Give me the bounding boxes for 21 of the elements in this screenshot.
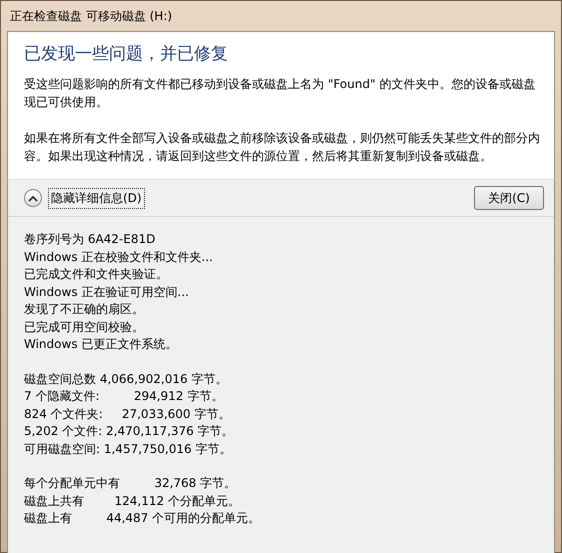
log-line: 已完成文件和文件夹验证。 — [24, 266, 169, 283]
window-title: 正在检查磁盘 可移动磁盘 (H:) — [9, 8, 174, 25]
message-text: 如果在将所有文件全部写入设备或磁盘之前移除该设备或磁盘，则仍然可能丢失某些文件的部分内容。如果出现这种情况，请返回到这些文件的源位置，然后将其重新复制到设备或磁盘。 — [24, 130, 540, 165]
log-line: 已完成可用空间校验。 — [24, 318, 145, 336]
heading: 已发现一些问题，并已修复 — [24, 43, 229, 65]
log-line: 5,202 个文件: 2,470,117,376 字节。 — [24, 423, 235, 440]
log-line: 发现了不正确的扇区。 — [24, 301, 145, 318]
log-line: 每个分配单元中有 32,768 字节。 — [24, 475, 238, 492]
close-button[interactable]: 关闭(C) — [474, 186, 544, 210]
collapse-icon — [24, 189, 42, 207]
log-line: 磁盘上共有 124,112 个分配单元。 — [24, 492, 241, 510]
log-line: 磁盘空间总数 4,066,902,016 字节。 — [24, 370, 228, 388]
log-line: 可用磁盘空间: 1,457,750,016 字节。 — [24, 440, 232, 458]
log-line: 824 个文件夹: 27,033,600 字节。 — [24, 406, 232, 422]
message-text: 受这些问题影响的所有文件都已移动到设备或磁盘上名为 "Found" 的文件夹中。您的设备或磁盘现已可供使用。 — [24, 76, 536, 111]
log-line: Windows 正在校验文件和文件夹... — [24, 248, 214, 266]
log-line: Windows 已更正文件系统。 — [24, 336, 178, 353]
log-line: Windows 正在验证可用空间... — [24, 284, 190, 300]
log-line: 7 个隐藏文件: 294,912 字节。 — [24, 388, 224, 405]
log-line: 磁盘上有 44,487 个可用的分配单元。 — [24, 510, 262, 527]
log-line: 卷序列号为 6A42-E81D — [24, 231, 156, 248]
